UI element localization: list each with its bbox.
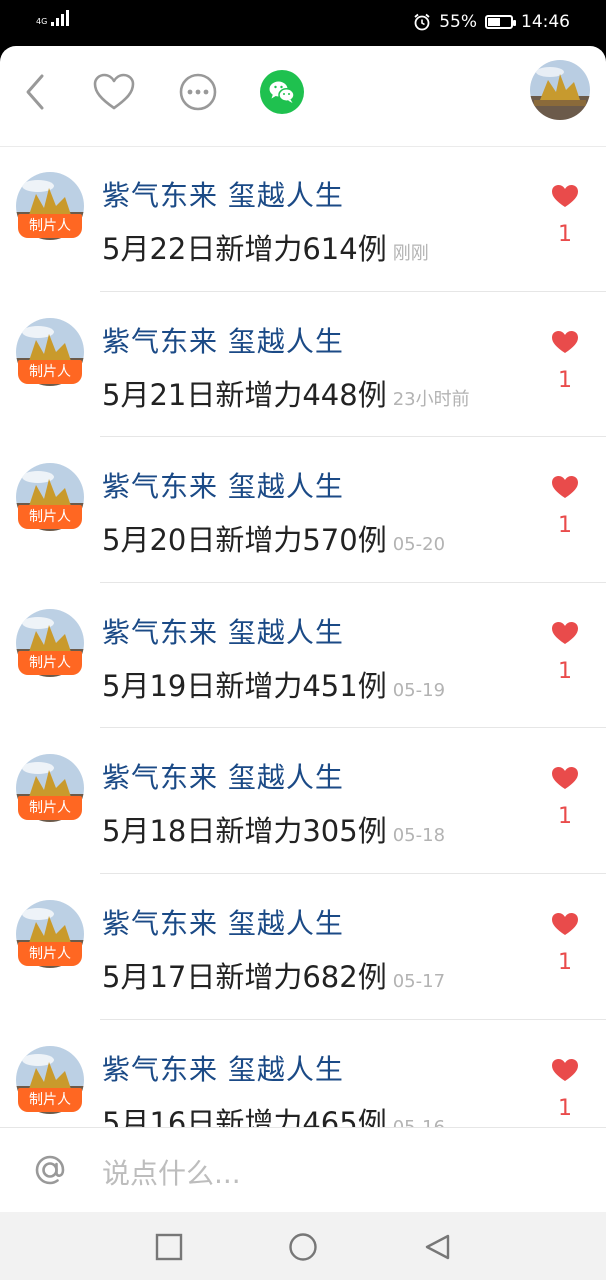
back-icon[interactable] [14, 70, 58, 114]
like-button[interactable]: 1 [550, 621, 580, 684]
profile-avatar[interactable] [530, 60, 590, 120]
comment-content: 5月22日新增力614例 刚刚 [102, 226, 429, 268]
user-name[interactable]: 紫气东来 玺越人生 [102, 174, 344, 214]
heart-icon [551, 185, 579, 212]
comment-item[interactable]: 制片人 紫气东来 玺越人生 5月19日新增力451例 05-19 1 [0, 583, 606, 729]
user-name[interactable]: 紫气东来 玺越人生 [102, 465, 344, 505]
comment-item[interactable]: 制片人 紫气东来 玺越人生 5月20日新增力570例 05-20 1 [0, 437, 606, 583]
signal-icon [51, 10, 69, 26]
comment-content: 5月17日新增力682例 05-17 [102, 954, 445, 996]
comment-time: 05-19 [392, 679, 446, 701]
comment-text: 5月21日新增力448例 [102, 377, 387, 412]
comment-content: 5月21日新增力448例 23小时前 [102, 372, 470, 414]
user-avatar[interactable]: 制片人 [16, 754, 84, 823]
home-icon[interactable] [288, 1232, 318, 1262]
user-avatar[interactable]: 制片人 [16, 317, 84, 386]
role-badge: 制片人 [18, 359, 82, 384]
comment-item[interactable]: 制片人 紫气东来 玺越人生 5月16日新增力465例 05-16 1 [0, 1020, 606, 1128]
comment-text: 5月18日新增力305例 [102, 814, 387, 849]
battery-percent: 55% [439, 12, 477, 32]
comment-content: 5月18日新增力305例 05-18 [102, 808, 445, 850]
network-type: 4G [36, 17, 48, 26]
network-indicator: 4G [36, 10, 69, 26]
comment-item[interactable]: 制片人 紫气东来 玺越人生 5月22日新增力614例 刚刚 1 [0, 146, 606, 292]
like-button[interactable]: 1 [550, 912, 580, 975]
comment-text: 5月19日新增力451例 [102, 668, 387, 703]
toolbar [0, 46, 606, 147]
like-count: 1 [558, 513, 572, 539]
wechat-icon [260, 70, 304, 114]
system-nav-bar [0, 1212, 606, 1280]
role-badge: 制片人 [18, 1087, 82, 1112]
like-button[interactable]: 1 [550, 766, 580, 829]
comment-input[interactable]: 说点什么... [102, 1152, 241, 1192]
comment-list[interactable]: 制片人 紫气东来 玺越人生 5月22日新增力614例 刚刚 1 制片人 紫气东来 … [0, 146, 606, 1128]
user-avatar[interactable]: 制片人 [16, 608, 84, 677]
heart-icon [551, 912, 579, 940]
user-name[interactable]: 紫气东来 玺越人生 [102, 756, 344, 796]
more-icon[interactable] [176, 70, 220, 114]
user-name[interactable]: 紫气东来 玺越人生 [102, 611, 344, 651]
role-badge: 制片人 [18, 650, 82, 675]
alarm-icon [414, 13, 430, 31]
role-badge: 制片人 [18, 505, 82, 530]
comment-time: 05-20 [392, 534, 446, 556]
like-button[interactable]: 1 [550, 1058, 580, 1121]
like-button[interactable]: 1 [550, 475, 580, 538]
like-button[interactable]: 1 [550, 184, 580, 247]
like-count: 1 [558, 804, 572, 830]
comment-content: 5月20日新增力570例 05-20 [102, 517, 445, 559]
user-avatar[interactable]: 制片人 [16, 1045, 84, 1114]
comment-item[interactable]: 制片人 紫气东来 玺越人生 5月17日新增力682例 05-17 1 [0, 874, 606, 1020]
back-nav-icon[interactable] [422, 1232, 452, 1262]
heart-outline-icon[interactable] [92, 70, 136, 114]
role-badge: 制片人 [18, 941, 82, 966]
user-avatar[interactable]: 制片人 [16, 899, 84, 968]
wechat-share-button[interactable] [260, 70, 304, 114]
user-avatar[interactable]: 制片人 [16, 172, 84, 240]
recents-icon[interactable] [154, 1232, 184, 1262]
comment-time: 刚刚 [392, 243, 429, 264]
comment-content: 5月19日新增力451例 05-19 [102, 663, 445, 705]
status-bar: 4G 55% 14:46 [0, 0, 606, 48]
comment-item[interactable]: 制片人 紫气东来 玺越人生 5月18日新增力305例 05-18 1 [0, 728, 606, 874]
comment-item[interactable]: 制片人 紫气东来 玺越人生 5月21日新增力448例 23小时前 1 [0, 292, 606, 438]
at-mention-icon[interactable] [30, 1150, 70, 1190]
user-name[interactable]: 紫气东来 玺越人生 [102, 902, 344, 942]
heart-icon [551, 767, 579, 794]
like-count: 1 [558, 222, 572, 247]
comment-input-bar: 说点什么... [0, 1127, 606, 1212]
comment-text: 5月16日新增力465例 [102, 1105, 387, 1128]
heart-icon [551, 330, 579, 358]
like-count: 1 [558, 658, 572, 684]
like-button[interactable]: 1 [550, 330, 580, 393]
comment-text: 5月17日新增力682例 [102, 959, 387, 994]
comment-text: 5月20日新增力570例 [102, 523, 387, 558]
user-name[interactable]: 紫气东来 玺越人生 [102, 320, 344, 360]
like-count: 1 [558, 949, 572, 975]
user-avatar[interactable]: 制片人 [16, 463, 84, 532]
comment-time: 05-18 [392, 825, 446, 847]
user-name[interactable]: 紫气东来 玺越人生 [102, 1048, 344, 1088]
comment-time: 23小时前 [392, 388, 470, 410]
comment-text: 5月22日新增力614例 [102, 232, 387, 266]
role-badge: 制片人 [18, 796, 82, 821]
clock: 14:46 [521, 12, 570, 32]
status-right: 55% 14:46 [413, 12, 570, 32]
comment-time: 05-17 [392, 970, 446, 992]
role-badge: 制片人 [18, 214, 82, 238]
comment-content: 5月16日新增力465例 05-16 [102, 1100, 445, 1128]
heart-icon [551, 1058, 579, 1086]
like-count: 1 [558, 367, 572, 393]
heart-icon [551, 621, 579, 649]
battery-icon [485, 15, 516, 29]
heart-icon [551, 476, 579, 503]
like-count: 1 [558, 1095, 572, 1121]
comment-sheet: 制片人 紫气东来 玺越人生 5月22日新增力614例 刚刚 1 制片人 紫气东来 … [0, 46, 606, 1212]
